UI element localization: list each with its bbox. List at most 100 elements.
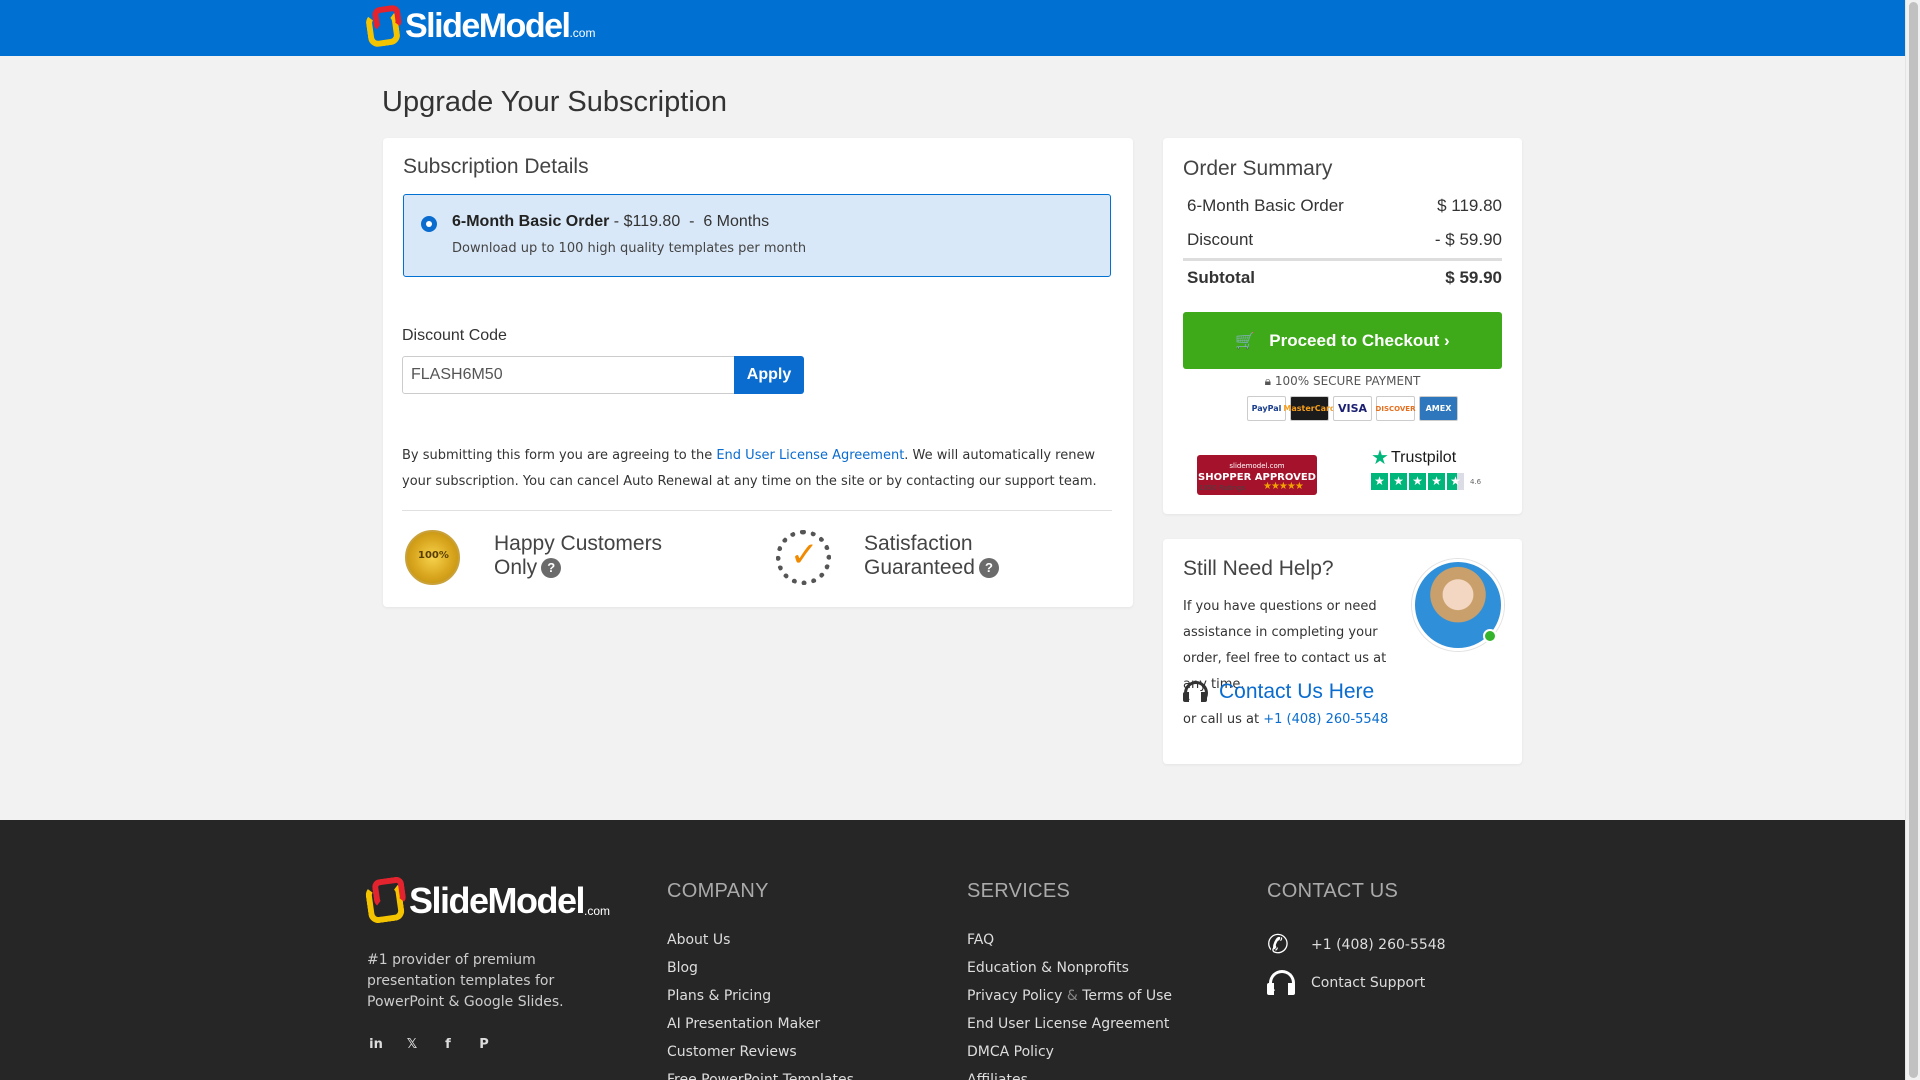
footer-link[interactable]: Affiliates — [967, 1072, 1172, 1080]
footer-tagline: #1 provider of premium presentation temp… — [367, 952, 564, 1010]
apply-button[interactable]: Apply — [734, 356, 804, 394]
footer-logo[interactable]: SlideModel .com — [364, 875, 611, 925]
feature1-line2: Only — [494, 556, 538, 579]
subtotal-row: Subtotal $ 59.90 — [1187, 268, 1502, 288]
star-icon: ★ — [1428, 473, 1445, 490]
pinterest-icon[interactable]: P — [475, 1037, 493, 1052]
footer-link[interactable]: FAQ — [967, 932, 1172, 960]
terms-text: By submitting this form you are agreeing… — [402, 443, 1112, 495]
terms-before: By submitting this form you are agreeing… — [402, 448, 717, 463]
secure-label: 100% SECURE PAYMENT — [1274, 374, 1421, 388]
summary-row-label: Discount — [1187, 230, 1254, 249]
x-twitter-icon[interactable]: 𝕏 — [403, 1037, 421, 1052]
page-title: Upgrade Your Subscription — [382, 86, 728, 118]
star-icon: ★ — [1409, 473, 1426, 490]
header-logo[interactable]: SlideModel .com — [364, 4, 596, 49]
mastercard-icon: MasterCard — [1283, 396, 1336, 421]
contact-us-link[interactable]: Contact Us Here — [1219, 680, 1374, 704]
satisfaction-check-icon: ✓ — [776, 530, 831, 585]
company-links: About Us Blog Plans & Pricing AI Present… — [667, 932, 854, 1080]
proceed-to-checkout-button[interactable]: 🛒 Proceed to Checkout › — [1183, 312, 1502, 369]
footer-link[interactable]: Free PowerPoint Templates — [667, 1072, 854, 1080]
subtotal-value: $ 59.90 — [1445, 268, 1502, 287]
footer-logo-text: SlideModel — [409, 880, 586, 921]
discount-code-input[interactable] — [402, 356, 735, 394]
help-contact: Contact Us Here — [1183, 680, 1374, 705]
plan-option[interactable]: 6-Month Basic Order - $119.80 - 6 Months… — [403, 194, 1111, 277]
footer-link[interactable]: Education & Nonprofits — [967, 960, 1172, 988]
discount-code-label: Discount Code — [402, 327, 507, 344]
plan-line: 6-Month Basic Order - $119.80 - 6 Months — [452, 213, 769, 231]
trustpilot-badge[interactable]: ★ Trustpilot ★ ★ ★ ★ ★ 4.6 — [1371, 445, 1481, 490]
services-heading: SERVICES — [967, 880, 1071, 902]
help-question-icon[interactable]: ? — [978, 558, 999, 579]
headset-icon — [1183, 681, 1208, 705]
discover-icon: DISCOVER — [1376, 396, 1415, 421]
ampersand: & — [1062, 988, 1083, 1004]
phone-icon: ✆ — [1267, 930, 1289, 960]
feature2-line2: Guaranteed — [864, 556, 975, 579]
help-card: Still Need Help? If you have questions o… — [1163, 539, 1522, 764]
help-title: Still Need Help? — [1183, 557, 1334, 580]
scrollbar-thumb[interactable] — [1909, 2, 1918, 1078]
cart-icon: 🛒 — [1235, 332, 1256, 350]
trustpilot-stars: ★ ★ ★ ★ ★ 4.6 — [1371, 473, 1481, 490]
services-links: FAQ Education & Nonprofits Privacy Polic… — [967, 932, 1172, 1080]
checkout-label: Proceed to Checkout › — [1269, 330, 1450, 350]
footer-link[interactable]: DMCA Policy — [967, 1044, 1172, 1072]
summary-row: 6-Month Basic Order $ 119.80 — [1187, 196, 1502, 216]
divider — [402, 510, 1112, 511]
logo-suffix: .com — [569, 26, 596, 40]
trustpilot-star-icon: ★ — [1371, 447, 1389, 469]
logo-mark-icon — [364, 875, 409, 925]
footer-link[interactable]: AI Presentation Maker — [667, 1016, 854, 1044]
footer-link-pair: Privacy Policy & Terms of Use — [967, 988, 1172, 1016]
plan-description: Download up to 100 high quality template… — [452, 241, 807, 256]
online-status-icon — [1483, 629, 1497, 643]
star-icon: ★ — [1390, 473, 1407, 490]
happy-customers-feature: Happy Customers Only? — [494, 532, 662, 580]
plan-radio[interactable] — [421, 216, 437, 232]
summary-row-label: 6-Month Basic Order — [1187, 196, 1344, 215]
visa-icon: VISA — [1333, 396, 1372, 421]
phone-link[interactable]: +1 (408) 260-5548 — [1263, 712, 1388, 727]
eula-link[interactable]: End User License Agreement — [716, 448, 904, 463]
footer-phone[interactable]: ✆ +1 (408) 260-5548 — [1267, 930, 1446, 960]
star-icon: ★ — [1371, 473, 1388, 490]
footer-link[interactable]: Terms of Use — [1082, 988, 1172, 1004]
shopper-stars-icon: ★★★★★ — [1263, 481, 1304, 492]
subscription-details-card: Subscription Details 6-Month Basic Order… — [383, 138, 1133, 607]
footer-link[interactable]: Privacy Policy — [967, 988, 1062, 1004]
footer-link[interactable]: End User License Agreement — [967, 1016, 1172, 1044]
payment-methods: PayPal MasterCard VISA DISCOVER AMEX — [1247, 396, 1458, 421]
subscription-details-title: Subscription Details — [403, 155, 589, 178]
plan-price: - $119.80 - 6 Months — [609, 213, 770, 230]
footer-logo-suffix: .com — [584, 904, 611, 918]
footer-link[interactable]: Customer Reviews — [667, 1044, 854, 1072]
top-header: SlideModel .com — [0, 0, 1905, 56]
logo-mark-icon — [364, 4, 405, 49]
order-summary-card: Order Summary 6-Month Basic Order $ 119.… — [1163, 138, 1522, 514]
order-summary-title: Order Summary — [1183, 157, 1333, 180]
social-links: in 𝕏 f P — [367, 1037, 493, 1052]
headset-icon — [1267, 970, 1295, 996]
contact-heading: CONTACT US — [1267, 880, 1399, 902]
trustpilot-score: 4.6 — [1470, 477, 1482, 486]
linkedin-icon[interactable]: in — [367, 1037, 385, 1052]
facebook-icon[interactable]: f — [439, 1037, 457, 1052]
page-scrollbar[interactable] — [1905, 0, 1920, 1080]
trustpilot-label: Trustpilot — [1390, 448, 1457, 466]
footer-link[interactable]: Plans & Pricing — [667, 988, 854, 1016]
summary-row: Discount - $ 59.90 — [1187, 230, 1502, 250]
help-question-icon[interactable]: ? — [541, 558, 562, 579]
shopper-ratings: 1050 Ratings — [1199, 484, 1246, 492]
paypal-icon: PayPal — [1247, 396, 1286, 421]
footer-support[interactable]: Contact Support — [1267, 970, 1425, 996]
footer-link[interactable]: About Us — [667, 932, 854, 960]
footer-link[interactable]: Blog — [667, 960, 854, 988]
plan-name: 6-Month Basic Order — [452, 213, 610, 230]
logo-text: SlideModel — [405, 6, 571, 45]
satisfaction-feature: Satisfaction Guaranteed? — [864, 532, 999, 580]
feature1-line1: Happy Customers — [494, 532, 663, 555]
call-prefix: or call us at — [1183, 712, 1264, 727]
